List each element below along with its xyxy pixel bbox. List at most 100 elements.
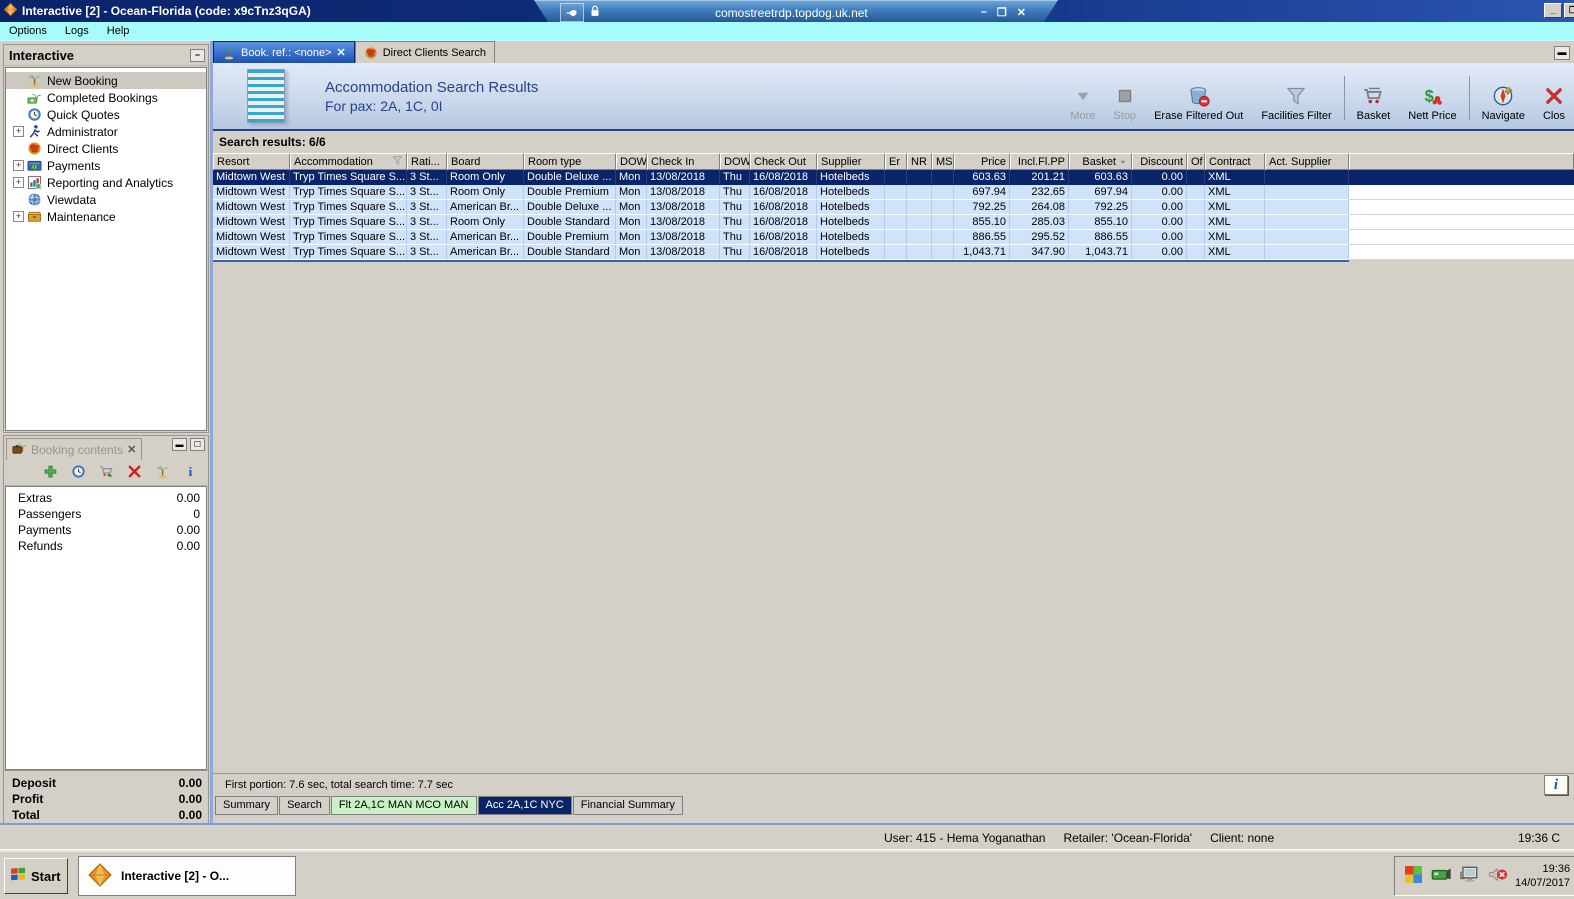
rdp-pin-button[interactable] xyxy=(560,3,584,22)
booking-toolbar-add-plus-button[interactable] xyxy=(43,464,58,482)
column-header-check-out[interactable]: Check Out xyxy=(750,153,817,170)
table-row[interactable]: Midtown West Tryp Times Square S... 3 St..… xyxy=(213,185,1574,200)
tray-volume-muted-button[interactable] xyxy=(1487,864,1508,888)
funnel-icon[interactable] xyxy=(392,155,403,166)
window-minimize-button[interactable]: _ xyxy=(1544,3,1562,18)
toolbar-clos-button[interactable]: Clos xyxy=(1534,85,1574,122)
column-header-act-supplier[interactable]: Act. Supplier xyxy=(1265,153,1349,170)
toolbar-facilities-filter-button[interactable]: Facilities Filter xyxy=(1252,85,1340,122)
direct-clients-globe-icon xyxy=(28,142,41,155)
column-header-label: Contract xyxy=(1209,155,1251,168)
app-logo-icon xyxy=(3,2,18,20)
toolbar-basket-button[interactable]: Basket xyxy=(1348,85,1400,122)
booking-toolbar-palm-tree-button[interactable] xyxy=(155,464,170,482)
booking-row-refunds[interactable]: Refunds 0.00 xyxy=(6,538,206,554)
column-header-nr[interactable]: NR xyxy=(907,153,932,170)
cell-nr xyxy=(907,170,932,185)
sidebar-item-quick-quotes[interactable]: +Quick Quotes xyxy=(6,106,206,123)
menu-help[interactable]: Help xyxy=(98,23,139,39)
tab-book-ref-none[interactable]: Book. ref.: <none> ✕ xyxy=(213,41,355,63)
cell-supplier: Hotelbeds xyxy=(817,170,885,185)
tab-close-icon[interactable]: ✕ xyxy=(337,46,346,59)
tray-network-card-button[interactable] xyxy=(1431,864,1452,888)
toolbar-erase-filtered-out-button[interactable]: Erase Filtered Out xyxy=(1145,85,1252,122)
toolbar-navigate-button[interactable]: Navigate xyxy=(1473,85,1534,122)
table-row[interactable]: Midtown West Tryp Times Square S... 3 St..… xyxy=(213,200,1574,215)
tab-direct-clients-search[interactable]: Direct Clients Search xyxy=(354,41,496,63)
table-row[interactable]: Midtown West Tryp Times Square S... 3 St..… xyxy=(213,170,1574,185)
sidebar-item-payments[interactable]: + Payments xyxy=(6,157,206,174)
workflow-tab-acc-2a-1c-nyc[interactable]: Acc 2A,1C NYC xyxy=(477,796,572,815)
booking-row-payments[interactable]: Payments 0.00 xyxy=(6,522,206,538)
sidebar-item-administrator[interactable]: + Administrator xyxy=(6,123,206,140)
info-button[interactable]: i xyxy=(1544,775,1568,795)
column-header-room-type[interactable]: Room type xyxy=(524,153,616,170)
tabstrip-minimize-button[interactable]: ▬ xyxy=(1554,46,1570,60)
toolbar-nett-price-button[interactable]: $ Nett Price xyxy=(1399,85,1465,123)
start-button[interactable]: Start xyxy=(4,858,68,894)
column-header-dow[interactable]: DOW xyxy=(616,153,647,170)
cell-rati: 3 St... xyxy=(407,215,447,230)
booking-toolbar-quick-quotes-clock-button[interactable] xyxy=(71,464,86,482)
sidebar-item-reporting-and-analytics[interactable]: + Reporting and Analytics xyxy=(6,174,206,191)
sidebar-item-viewdata[interactable]: +Viewdata xyxy=(6,191,206,208)
table-row[interactable]: Midtown West Tryp Times Square S... 3 St..… xyxy=(213,245,1574,260)
menu-options[interactable]: Options xyxy=(0,23,56,39)
booking-toolbar-info-i-button[interactable]: i xyxy=(183,464,198,482)
cell-act-supplier xyxy=(1265,200,1349,215)
building-icon xyxy=(247,69,285,123)
window-restore-button[interactable]: ❐ xyxy=(1564,3,1574,18)
tray-antivirus-grid-button[interactable] xyxy=(1403,864,1424,888)
expand-toggle-icon[interactable]: + xyxy=(13,211,24,222)
expand-toggle-icon[interactable]: + xyxy=(13,160,24,171)
remote-desktop-icon xyxy=(1460,866,1478,882)
sidebar-item-label: Completed Bookings xyxy=(47,90,158,105)
tray-remote-desktop-button[interactable] xyxy=(1459,864,1480,888)
table-row[interactable]: Midtown West Tryp Times Square S... 3 St..… xyxy=(213,215,1574,230)
column-header-accommodation[interactable]: Accommodation xyxy=(290,153,407,170)
column-header-discount[interactable]: Discount xyxy=(1132,153,1187,170)
column-header-er[interactable]: Er xyxy=(885,153,907,170)
menu-logs[interactable]: Logs xyxy=(56,23,98,39)
workflow-tab-flt-2a-1c-man-mco-man[interactable]: Flt 2A,1C MAN MCO MAN xyxy=(330,796,477,815)
column-header-incl-fl-pp[interactable]: Incl.Fl.PP xyxy=(1010,153,1069,170)
sidebar-item-completed-bookings[interactable]: +Completed Bookings xyxy=(6,89,206,106)
booking-contents-close-icon[interactable]: ✕ xyxy=(127,443,136,456)
booking-panel-maximize-button[interactable]: ☐ xyxy=(190,438,205,451)
booking-toolbar-basket-move-button[interactable] xyxy=(99,464,114,482)
column-header-contract[interactable]: Contract xyxy=(1205,153,1265,170)
rdp-minimize-button[interactable]: – xyxy=(981,6,987,19)
rdp-restore-button[interactable]: ❐ xyxy=(997,6,1007,19)
column-header-supplier[interactable]: Supplier xyxy=(817,153,885,170)
column-header-board[interactable]: Board xyxy=(447,153,524,170)
taskbar-item-interactive[interactable]: Interactive [2] - O... xyxy=(78,856,296,896)
workflow-tab-financial-summary[interactable]: Financial Summary xyxy=(572,796,683,815)
column-header-of[interactable]: Of xyxy=(1187,153,1205,170)
booking-toolbar-delete-x-button[interactable] xyxy=(127,464,142,482)
booking-row-extras[interactable]: Extras 0.00 xyxy=(6,490,206,506)
expand-toggle-icon[interactable]: + xyxy=(13,177,24,188)
table-row[interactable]: Midtown West Tryp Times Square S... 3 St..… xyxy=(213,230,1574,245)
column-header-resort[interactable]: Resort xyxy=(213,153,290,170)
column-header-price[interactable]: Price xyxy=(954,153,1010,170)
sidebar-item-maintenance[interactable]: + Maintenance xyxy=(6,208,206,225)
booking-row-passengers[interactable]: Passengers 0 xyxy=(6,506,206,522)
column-header-ms[interactable]: MS xyxy=(932,153,954,170)
rdp-close-button[interactable]: ✕ xyxy=(1017,6,1026,19)
expand-toggle-icon[interactable]: + xyxy=(13,126,24,137)
panel-collapse-button[interactable]: − xyxy=(190,48,205,62)
workflow-tab-summary[interactable]: Summary xyxy=(215,796,279,815)
sidebar-item-direct-clients[interactable]: +Direct Clients xyxy=(6,140,206,157)
sidebar-item-new-booking[interactable]: +New Booking xyxy=(6,72,206,89)
column-header-check-in[interactable]: Check In xyxy=(647,153,720,170)
workflow-tab-search[interactable]: Search xyxy=(279,796,330,815)
column-header-rati[interactable]: Rati... xyxy=(407,153,447,170)
reporting-chart-icon xyxy=(27,175,42,190)
tray-time: 19:36 xyxy=(1542,863,1571,875)
cell-nr xyxy=(907,185,932,200)
cell-dow: Mon xyxy=(616,200,647,215)
column-header-dow[interactable]: DOW xyxy=(720,153,750,170)
booking-panel-minimize-button[interactable]: ▬ xyxy=(172,438,187,451)
column-header-basket[interactable]: Basket xyxy=(1069,153,1132,170)
booking-contents-tab[interactable]: Booking contents ✕ xyxy=(6,438,143,460)
